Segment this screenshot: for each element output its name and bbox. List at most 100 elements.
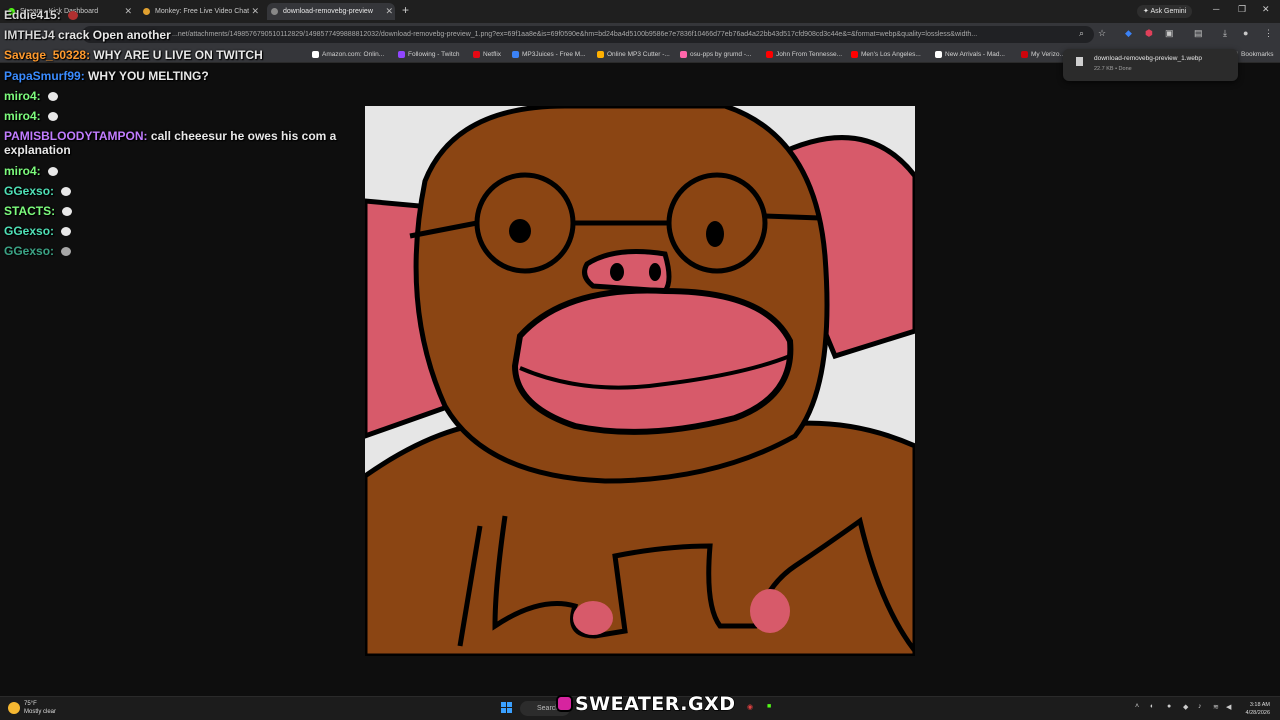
microphone-icon[interactable]: ♪: [1198, 703, 1202, 710]
chat-message: miro4:: [4, 109, 354, 123]
youtube-icon: [766, 51, 773, 58]
star-icon[interactable]: ☆: [1098, 28, 1106, 39]
bookmark-mp3juices[interactable]: MP3Juices - Free M...: [512, 48, 586, 61]
mouth: [511, 287, 794, 435]
extension-icon[interactable]: ◆: [1125, 28, 1132, 39]
chat-text: WHY ARE U LIVE ON TWITCH: [93, 48, 263, 62]
bookmark-mp3cutter[interactable]: Online MP3 Cutter -...: [597, 48, 670, 61]
screen: Stream - Kick Dashboard ✕ Monkey: Free L…: [0, 0, 1280, 720]
chat-message: PapaSmurf99: WHY YOU MELTING?: [4, 69, 354, 83]
chat-username: miro4:: [4, 109, 41, 123]
bookmark-netflix[interactable]: Netflix: [473, 48, 501, 61]
clock[interactable]: 3:18 AM 4/28/2026: [1240, 701, 1270, 717]
weather-desc: Mostly clear: [24, 709, 57, 715]
close-icon[interactable]: ✕: [385, 3, 393, 20]
windows-start-icon[interactable]: [501, 702, 513, 714]
chat-text: WHY YOU MELTING?: [88, 69, 209, 83]
chat-username: miro4:: [4, 89, 41, 103]
nipple-right: [750, 589, 790, 633]
chat-username: IMTHEJ4: [4, 28, 55, 42]
chat-username: GGexso:: [4, 184, 55, 198]
chat-message: Eddie415:: [4, 8, 354, 22]
minimize-button[interactable]: ─: [1213, 4, 1219, 14]
new-tab-button[interactable]: +: [402, 3, 409, 17]
chat-username: Eddie415:: [4, 8, 61, 22]
file-icon: [1076, 57, 1083, 66]
ask-gemini-button[interactable]: ✦ Ask Gemini: [1137, 5, 1193, 18]
menu-icon[interactable]: ⋮: [1264, 28, 1273, 39]
chevron-up-icon[interactable]: ˄: [1135, 703, 1139, 710]
emote-icon: [48, 112, 59, 122]
bookmark-john[interactable]: John From Tennesse...: [766, 48, 842, 61]
ask-gemini-label: Ask Gemini: [1150, 8, 1187, 15]
mp3juices-icon: [512, 51, 519, 58]
clock-date: 4/28/2026: [1245, 710, 1270, 716]
chat-username: Savage_50328:: [4, 48, 91, 62]
shield-icon[interactable]: ⬢: [1145, 28, 1153, 39]
page-icon: [935, 51, 942, 58]
profile-icon[interactable]: ●: [1243, 28, 1248, 38]
osu-icon: [680, 51, 687, 58]
chat-message: GGexso:: [4, 184, 354, 198]
chat-username: GGexso:: [4, 224, 55, 238]
emote-icon: [61, 227, 72, 237]
cutter-icon: [597, 51, 604, 58]
bookmark-label: Netflix: [483, 51, 502, 58]
sidepanel-icon[interactable]: ▤: [1194, 28, 1203, 39]
left-eye: [509, 219, 531, 243]
chat-message: miro4:: [4, 164, 354, 178]
netflix-icon: [473, 51, 480, 58]
emote-icon: [61, 247, 72, 257]
restore-button[interactable]: ❐: [1238, 4, 1246, 15]
bookmark-label: Men's Los Angeles...: [861, 51, 921, 58]
chrome-icon[interactable]: ◉: [747, 703, 753, 711]
window-close-button[interactable]: ✕: [1262, 4, 1270, 15]
weather-widget[interactable]: 75°F Mostly clear: [8, 700, 56, 716]
bookmark-twitch[interactable]: Following - Twitch: [398, 48, 460, 61]
emote-icon: [48, 92, 59, 102]
bookmark-osu-pps[interactable]: osu-pps by grumd -...: [680, 48, 751, 61]
youtube-icon: [851, 51, 858, 58]
emote-icon: [61, 187, 72, 197]
bookmark-label: New Arrivals - Mad...: [945, 51, 1005, 58]
bookmark-label: My Verizo...: [1031, 51, 1065, 58]
nostril-right: [649, 263, 661, 281]
download-icon[interactable]: ⤓: [1223, 28, 1227, 39]
zoom-icon[interactable]: ⌕: [1079, 28, 1084, 39]
weather-temp: 75°F: [24, 701, 37, 707]
chat-username: PapaSmurf99:: [4, 69, 85, 83]
tray-app-icon[interactable]: ●: [1167, 703, 1171, 710]
chat-message: miro4:: [4, 89, 354, 103]
glasses-arm-right: [764, 213, 821, 221]
bookmark-label: osu-pps by grumd -...: [690, 51, 752, 58]
emote-icon: [68, 11, 79, 21]
chat-text-continued: explanation: [4, 143, 71, 157]
wifi-icon[interactable]: ≋: [1213, 703, 1219, 711]
chat-message: PAMISBLOODYTAMPON: call cheeesur he owes…: [4, 129, 354, 157]
puzzle-icon[interactable]: ▣: [1165, 28, 1174, 39]
instagram-watermark: SWEATER.GXD: [556, 692, 736, 716]
nipple-left: [573, 601, 613, 635]
download-bubble[interactable]: download-removebg-preview_1.webp 22.7 KB…: [1063, 49, 1238, 81]
twitch-icon: [398, 51, 405, 58]
bookmark-mens-la[interactable]: Men's Los Angeles...: [851, 48, 921, 61]
weather-icon: [8, 702, 20, 714]
kick-app-icon[interactable]: ■: [767, 703, 771, 710]
bookmark-label: John From Tennesse...: [776, 51, 842, 58]
chat-username: STACTS:: [4, 204, 56, 218]
bookmark-label: Following - Twitch: [408, 51, 460, 58]
emote-icon: [48, 167, 59, 177]
image-viewer[interactable]: [362, 103, 918, 659]
tray-app-icon[interactable]: ◐: [1150, 703, 1154, 710]
right-eye: [706, 221, 724, 247]
emote-icon: [62, 207, 73, 217]
watermark-text: SWEATER.GXD: [574, 692, 736, 716]
chat-message: Savage_50328: WHY ARE U LIVE ON TWITCH: [4, 48, 354, 62]
bookmark-verizon[interactable]: My Verizo...: [1021, 48, 1065, 61]
clock-time: 3:18 AM: [1249, 702, 1270, 708]
chat-message: IMTHEJ4 crack Open another: [4, 28, 354, 42]
volume-icon[interactable]: ◀: [1226, 703, 1231, 711]
bookmark-new-arrivals[interactable]: New Arrivals - Mad...: [935, 48, 1005, 61]
bookmark-label: Online MP3 Cutter -...: [607, 51, 670, 58]
tray-app-icon[interactable]: ◆: [1183, 703, 1188, 711]
